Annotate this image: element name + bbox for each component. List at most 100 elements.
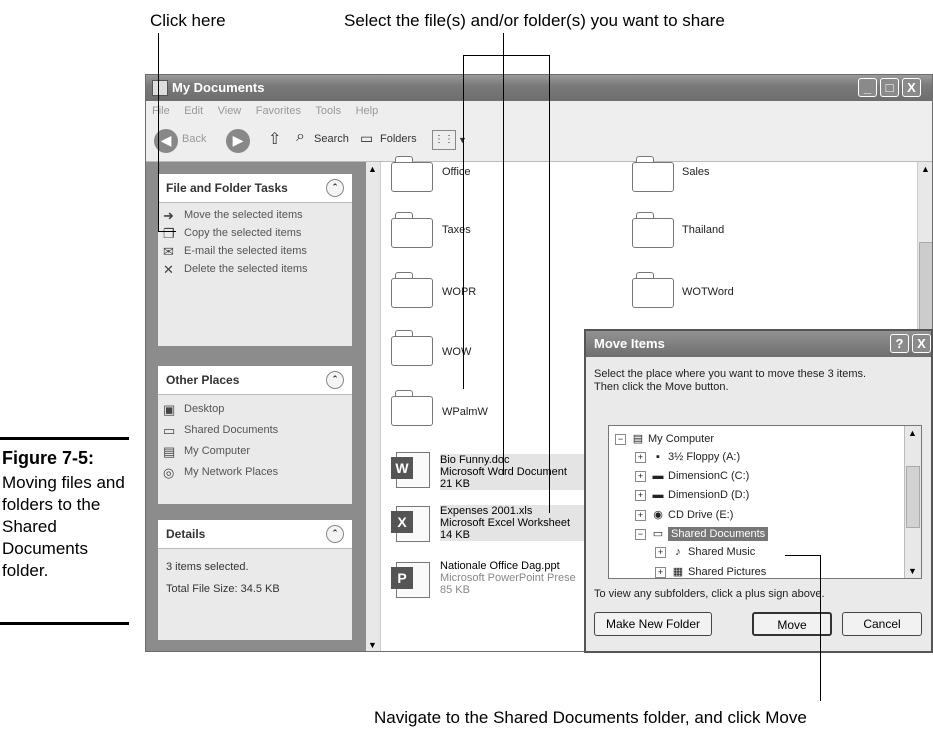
help-button[interactable]: ? xyxy=(890,334,909,353)
folder-label[interactable]: Sales xyxy=(682,166,710,178)
scroll-thumb[interactable] xyxy=(906,466,920,528)
place-shared-documents[interactable]: ▭ Shared Documents xyxy=(158,424,352,438)
folder-label[interactable]: WPalmW xyxy=(442,406,488,418)
desktop-icon: ▣ xyxy=(163,402,176,417)
menu-help[interactable]: Help xyxy=(356,105,379,117)
place-desktop[interactable]: ▣ Desktop xyxy=(158,402,352,417)
folder-icon[interactable] xyxy=(391,212,433,248)
scroll-up-icon[interactable]: ▲ xyxy=(921,164,930,174)
details-size: Total File Size: 34.5 KB xyxy=(166,583,280,595)
make-new-folder-button[interactable]: Make New Folder xyxy=(594,612,712,636)
panel-title: Details xyxy=(166,527,206,541)
forward-arrow-icon[interactable]: ▶ xyxy=(226,129,250,153)
file-item-selected[interactable]: Bio Funny.doc Microsoft Word Document 21… xyxy=(440,454,584,490)
window-titlebar[interactable]: My Documents _ □ X xyxy=(146,75,932,101)
file-item[interactable]: Nationale Office Dag.ppt Microsoft Power… xyxy=(440,560,584,596)
task-copy[interactable]: ❐ Copy the selected items xyxy=(158,227,352,241)
dialog-close-button[interactable]: X xyxy=(912,334,931,353)
scroll-down-icon[interactable]: ▼ xyxy=(908,566,917,576)
menu-edit[interactable]: Edit xyxy=(184,105,203,117)
views-icon[interactable]: ⋮⋮ xyxy=(432,130,456,150)
dialog-title: Move Items xyxy=(594,336,665,351)
dialog-instruction-line2: Then click the Move button. xyxy=(594,381,729,393)
move-items-dialog: Move Items ? X Select the place where yo… xyxy=(584,329,933,653)
computer-icon: ▤ xyxy=(163,444,176,459)
powerpoint-icon[interactable]: P xyxy=(391,562,430,598)
place-my-computer[interactable]: ▤ My Computer xyxy=(158,444,352,459)
tree-node-drive-d[interactable]: + ▬ DimensionD (D:) xyxy=(635,489,749,501)
folder-label[interactable]: WOPR xyxy=(442,286,476,298)
folder-icon[interactable] xyxy=(391,156,433,192)
tree-node-shared-pictures[interactable]: + ▦ Shared Pictures xyxy=(655,565,766,578)
cancel-button[interactable]: Cancel xyxy=(842,612,922,636)
folder-icon[interactable] xyxy=(632,156,674,192)
place-my-network[interactable]: ◎ My Network Places xyxy=(158,465,352,480)
hard-drive-icon: ▬ xyxy=(652,489,664,501)
folder-icon[interactable] xyxy=(632,212,674,248)
search-button[interactable]: Search xyxy=(314,133,349,145)
leader-line xyxy=(158,33,159,231)
scroll-up-icon[interactable]: ▲ xyxy=(368,164,377,174)
left-scrollbar[interactable]: ▲ ▼ xyxy=(366,162,381,651)
menu-tools[interactable]: Tools xyxy=(315,105,341,117)
task-move[interactable]: ➜ Move the selected items xyxy=(158,209,352,223)
scroll-down-icon[interactable]: ▼ xyxy=(368,640,377,650)
menu-file[interactable]: File xyxy=(152,105,170,117)
up-folder-icon[interactable]: ⇧ xyxy=(268,129,281,149)
word-document-icon[interactable]: W xyxy=(391,452,430,488)
folder-label[interactable]: WOW xyxy=(442,346,471,358)
search-icon[interactable]: ⌕ xyxy=(296,128,305,146)
back-button[interactable]: Back xyxy=(182,133,206,145)
tree-node-floppy[interactable]: + ▪ 3½ Floppy (A:) xyxy=(635,451,740,463)
floppy-icon: ▪ xyxy=(656,451,660,463)
folders-icon[interactable]: ▭ xyxy=(360,130,373,147)
file-name: Expenses 2001.xls xyxy=(440,505,533,517)
tree-node-shared-documents[interactable]: − ▭ Shared Documents xyxy=(635,527,769,541)
folder-app-icon xyxy=(152,80,168,96)
menu-favorites[interactable]: Favorites xyxy=(256,105,301,117)
task-email[interactable]: ✉ E-mail the selected items xyxy=(158,245,352,259)
tree-node-cd-drive[interactable]: + ◉ CD Drive (E:) xyxy=(635,508,733,521)
folder-icon[interactable] xyxy=(391,330,433,366)
folder-icon[interactable] xyxy=(632,272,674,308)
file-type: Microsoft PowerPoint Prese xyxy=(440,572,576,584)
panel-title: File and Folder Tasks xyxy=(166,181,288,195)
collapse-icon[interactable]: ⌃ xyxy=(326,525,344,543)
file-size: 21 KB xyxy=(440,478,470,490)
excel-worksheet-icon[interactable]: X xyxy=(391,506,430,542)
callout-click-here: Click here xyxy=(150,11,226,30)
file-item-selected[interactable]: Expenses 2001.xls Microsoft Excel Worksh… xyxy=(440,505,584,541)
toolbar: ◀ Back ▶ ⇧ ⌕ Search ▭ Folders ⋮⋮ ▼ xyxy=(146,123,932,162)
tree-scrollbar[interactable]: ▲ ▼ xyxy=(904,426,921,578)
task-delete[interactable]: ✕ Delete the selected items xyxy=(158,263,352,277)
leader-line xyxy=(549,55,550,513)
collapse-icon[interactable]: ⌃ xyxy=(326,371,344,389)
menu-view[interactable]: View xyxy=(218,105,242,117)
tree-node-shared-music[interactable]: + ♪ Shared Music xyxy=(655,546,755,558)
tree-node-drive-c[interactable]: + ▬ DimensionC (C:) xyxy=(635,470,749,482)
folder-label[interactable]: WOTWord xyxy=(682,286,734,298)
maximize-button[interactable]: □ xyxy=(880,78,899,97)
open-folder-icon: ▭ xyxy=(652,528,664,540)
dialog-hint: To view any subfolders, click a plus sig… xyxy=(594,588,825,600)
leader-line xyxy=(463,55,464,389)
tree-node-my-computer[interactable]: − ▤ My Computer xyxy=(615,432,714,445)
folder-label[interactable]: Taxes xyxy=(442,224,471,236)
folder-label[interactable]: Office xyxy=(442,166,471,178)
folder-icon[interactable] xyxy=(391,272,433,308)
other-places-panel: Other Places ⌃ ▣ Desktop ▭ Shared Document… xyxy=(158,366,352,504)
scroll-up-icon[interactable]: ▲ xyxy=(908,428,917,438)
collapse-icon[interactable]: ⌃ xyxy=(326,179,344,197)
details-panel: Details ⌃ 3 items selected. Total File S… xyxy=(158,520,352,640)
file-type: Microsoft Word Document xyxy=(440,466,567,478)
folders-button[interactable]: Folders xyxy=(380,133,417,145)
window-title: My Documents xyxy=(172,80,265,95)
minimize-button[interactable]: _ xyxy=(858,78,877,97)
folder-icon[interactable] xyxy=(391,390,433,426)
close-button[interactable]: X xyxy=(902,78,921,97)
dialog-instruction-line1: Select the place where you want to move … xyxy=(594,368,867,380)
dialog-titlebar[interactable]: Move Items ? X xyxy=(586,331,931,357)
network-icon: ◎ xyxy=(163,465,175,480)
folder-label[interactable]: Thailand xyxy=(682,224,724,236)
computer-icon: ▤ xyxy=(632,433,644,445)
